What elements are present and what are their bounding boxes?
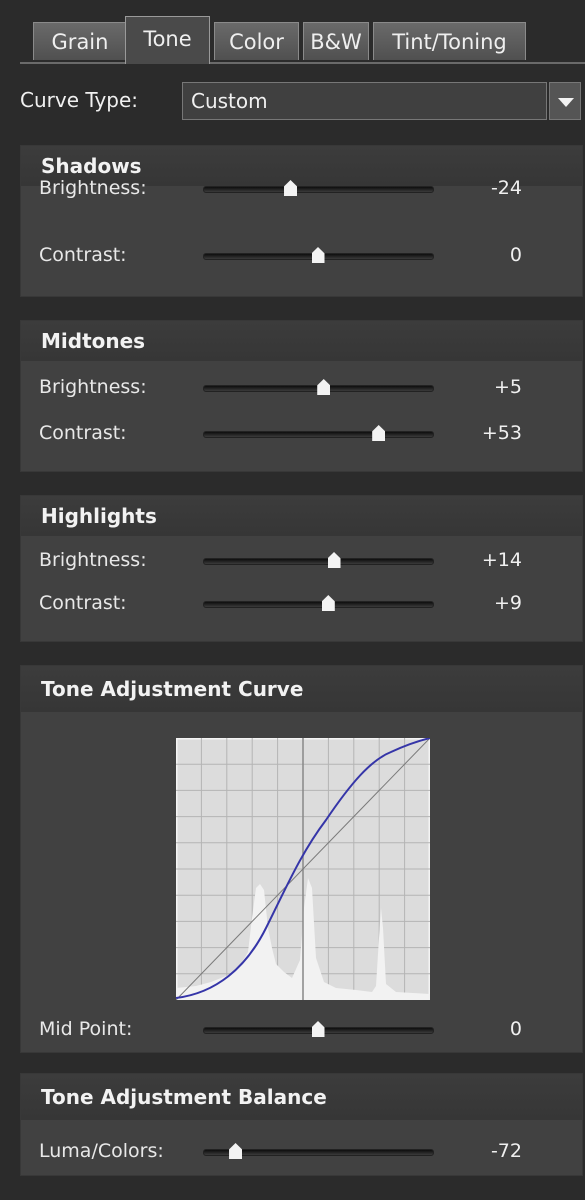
midtones-contrast-label: Contrast: — [39, 422, 127, 444]
shadows-contrast-label: Contrast: — [39, 244, 127, 266]
mid-point-value: 0 — [509, 1018, 522, 1040]
highlights-contrast-row: Contrast: +9 — [21, 586, 582, 622]
curve-type-dropdown-button[interactable] — [549, 82, 581, 120]
tab-tint-toning[interactable]: Tint/Toning — [373, 22, 526, 60]
highlights-brightness-slider[interactable] — [203, 552, 434, 568]
tone-curve-title: Tone Adjustment Curve — [21, 666, 582, 712]
highlights-brightness-label: Brightness: — [39, 549, 147, 571]
shadows-brightness-thumb[interactable] — [284, 180, 298, 196]
tab-grain-label: Grain — [51, 30, 109, 54]
tab-grain[interactable]: Grain — [33, 22, 127, 60]
midtones-contrast-slider[interactable] — [203, 425, 434, 441]
mid-point-row: Mid Point: 0 — [21, 1012, 582, 1048]
mid-point-slider[interactable] — [203, 1021, 434, 1037]
shadows-brightness-value: -24 — [490, 177, 522, 199]
highlights-contrast-slider[interactable] — [203, 595, 434, 611]
highlights-brightness-row: Brightness: +14 — [21, 543, 582, 579]
mid-point-thumb[interactable] — [311, 1021, 325, 1037]
highlights-brightness-value: +14 — [481, 549, 522, 571]
tone-curve-svg[interactable] — [176, 738, 430, 1000]
tab-tone[interactable]: Tone — [125, 16, 210, 64]
tone-balance-panel: Tone Adjustment Balance Luma/Colors: -72 — [20, 1073, 583, 1176]
tab-tone-label: Tone — [143, 27, 192, 51]
highlights-contrast-label: Contrast: — [39, 592, 127, 614]
midtones-brightness-value: +5 — [493, 376, 522, 398]
tab-bw-label: B&W — [310, 30, 362, 54]
shadows-contrast-value: 0 — [509, 244, 522, 266]
tone-curve-graph[interactable] — [176, 738, 430, 1000]
shadows-brightness-row: Brightness: -24 — [21, 171, 582, 207]
midtones-brightness-slider[interactable] — [203, 379, 434, 395]
tone-curve-panel: Tone Adjustment Curve Mid Point: 0 — [20, 665, 583, 1053]
highlights-contrast-value: +9 — [493, 592, 522, 614]
tab-color-label: Color — [229, 30, 284, 54]
midtones-title: Midtones — [21, 321, 582, 361]
shadows-brightness-slider[interactable] — [203, 180, 434, 196]
shadows-contrast-thumb[interactable] — [311, 247, 325, 263]
highlights-contrast-thumb[interactable] — [321, 595, 335, 611]
shadows-contrast-row: Contrast: 0 — [21, 238, 582, 274]
curve-type-select[interactable]: Custom — [182, 82, 547, 120]
highlights-brightness-thumb[interactable] — [327, 552, 341, 568]
curve-type-value: Custom — [191, 89, 268, 113]
tab-bw[interactable]: B&W — [303, 22, 369, 60]
tone-panel: Grain Tone Color B&W Tint/Toning Curve T… — [0, 0, 585, 1200]
tab-color[interactable]: Color — [214, 22, 299, 60]
tab-tint-toning-label: Tint/Toning — [392, 30, 507, 54]
curve-type-label: Curve Type: — [20, 88, 139, 112]
highlights-title: Highlights — [21, 496, 582, 536]
luma-colors-slider[interactable] — [203, 1143, 434, 1159]
midtones-panel: Midtones Brightness: +5 Contrast: +53 — [20, 320, 583, 472]
midtones-brightness-row: Brightness: +5 — [21, 370, 582, 406]
midtones-contrast-row: Contrast: +53 — [21, 416, 582, 452]
shadows-contrast-slider[interactable] — [203, 247, 434, 263]
midtones-brightness-label: Brightness: — [39, 376, 147, 398]
tab-bar: Grain Tone Color B&W Tint/Toning — [20, 16, 585, 64]
luma-colors-value: -72 — [490, 1140, 522, 1162]
luma-colors-label: Luma/Colors: — [39, 1140, 164, 1162]
shadows-panel: Shadows Brightness: -24 Contrast: 0 — [20, 145, 583, 297]
shadows-brightness-label: Brightness: — [39, 177, 147, 199]
highlights-panel: Highlights Brightness: +14 Contrast: +9 — [20, 495, 583, 642]
luma-colors-thumb[interactable] — [229, 1143, 243, 1159]
midtones-contrast-thumb[interactable] — [372, 425, 386, 441]
mid-point-label: Mid Point: — [39, 1018, 133, 1040]
tone-balance-title: Tone Adjustment Balance — [21, 1074, 582, 1120]
midtones-contrast-value: +53 — [481, 422, 522, 444]
luma-colors-row: Luma/Colors: -72 — [21, 1134, 582, 1170]
midtones-brightness-thumb[interactable] — [317, 379, 331, 395]
